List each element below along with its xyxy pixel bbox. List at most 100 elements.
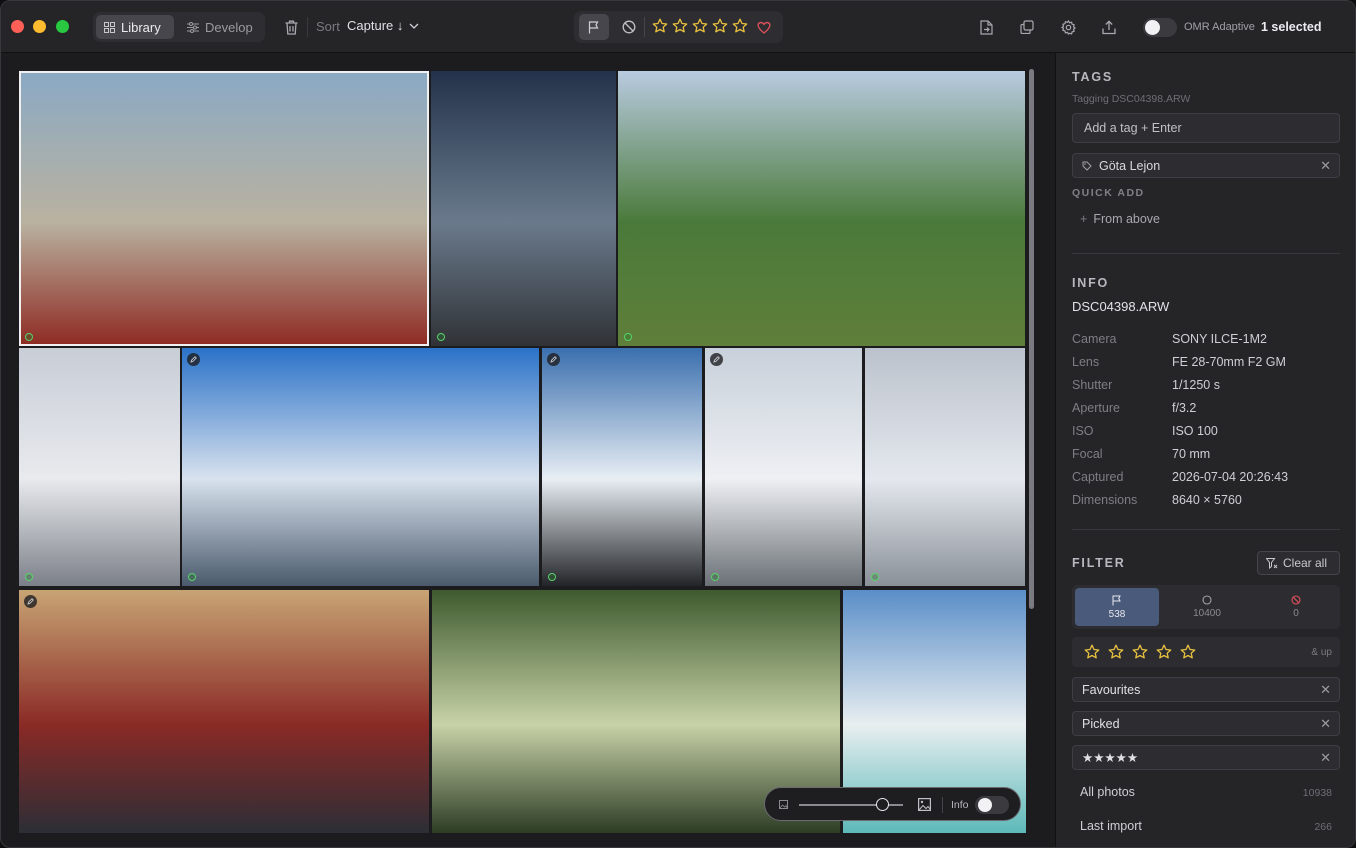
filter-picked[interactable]: 538 bbox=[1075, 588, 1159, 626]
pick-flag-button[interactable] bbox=[579, 14, 609, 40]
active-filter-chip[interactable]: Favourites ✕ bbox=[1072, 677, 1340, 702]
active-filter-label: ★★★★★ bbox=[1082, 751, 1139, 765]
share-button[interactable] bbox=[1099, 17, 1119, 37]
star-icon[interactable] bbox=[1108, 644, 1124, 660]
rating-filter: & up bbox=[1072, 637, 1340, 667]
quick-add-from-above[interactable]: + From above bbox=[1080, 212, 1160, 226]
active-filter-label: Favourites bbox=[1082, 682, 1141, 697]
filter-rejected[interactable]: 0 bbox=[1254, 588, 1338, 626]
rating-filter-stars[interactable] bbox=[1084, 644, 1196, 660]
edited-pencil-icon bbox=[24, 595, 37, 608]
zoom-slider-thumb[interactable] bbox=[876, 798, 890, 811]
star-icon[interactable] bbox=[1132, 644, 1148, 660]
smart-list-item[interactable]: All photos 10938 bbox=[1072, 779, 1340, 807]
photo-thumbnail-snowy-mountains[interactable] bbox=[182, 348, 539, 586]
sort-dropdown[interactable]: Capture ↓ bbox=[347, 18, 419, 33]
info-row-focal: Focal 70 mm bbox=[1072, 447, 1340, 467]
photo-thumbnail-ski-lift[interactable] bbox=[19, 348, 180, 586]
duplicate-button[interactable] bbox=[1017, 17, 1037, 37]
tag-input[interactable]: Add a tag + Enter bbox=[1072, 113, 1340, 143]
star-icon[interactable] bbox=[672, 18, 688, 34]
tags-heading: TAGS bbox=[1072, 70, 1113, 84]
info-row-camera: Camera SONY ILCE-1M2 bbox=[1072, 332, 1340, 352]
star-icon[interactable] bbox=[1180, 644, 1196, 660]
info-row-lens: Lens FE 28-70mm F2 GM bbox=[1072, 355, 1340, 375]
delete-button[interactable] bbox=[281, 17, 301, 37]
info-toggle[interactable] bbox=[975, 796, 1009, 814]
divider bbox=[942, 797, 943, 813]
grid-scrollbar[interactable] bbox=[1029, 69, 1034, 609]
photo-thumbnail-cable-car-station[interactable] bbox=[542, 348, 702, 586]
close-window-button[interactable] bbox=[11, 20, 24, 33]
remove-filter-button[interactable]: ✕ bbox=[1320, 716, 1331, 732]
remove-filter-button[interactable]: ✕ bbox=[1320, 682, 1331, 698]
info-key: Shutter bbox=[1072, 378, 1113, 392]
photo-thumbnail-cable-car-distant[interactable] bbox=[865, 348, 1025, 586]
image-large-icon bbox=[918, 798, 931, 811]
file-export-icon bbox=[979, 19, 993, 35]
tab-develop[interactable]: Develop bbox=[179, 15, 261, 39]
star-icon[interactable] bbox=[692, 18, 708, 34]
photo-thumbnail-space-shuttle[interactable] bbox=[431, 71, 616, 346]
star-icon[interactable] bbox=[732, 18, 748, 34]
info-row-captured: Captured 2026-07-04 20:26:43 bbox=[1072, 470, 1340, 490]
pick-indicator-icon bbox=[711, 573, 719, 581]
quick-add-label: From above bbox=[1093, 212, 1161, 226]
minimize-window-button[interactable] bbox=[33, 20, 46, 33]
active-filter-chip[interactable]: ★★★★★ ✕ bbox=[1072, 745, 1340, 770]
filter-unflagged[interactable]: 10400 bbox=[1165, 588, 1249, 626]
mode-switcher: Library Develop bbox=[93, 12, 265, 42]
smart-list-item[interactable]: Last import 266 bbox=[1072, 813, 1340, 841]
tab-develop-label: Develop bbox=[205, 19, 253, 35]
info-value: 1/1250 s bbox=[1172, 378, 1220, 392]
favourite-button[interactable] bbox=[755, 18, 773, 36]
info-value: 70 mm bbox=[1172, 447, 1211, 461]
smart-list-count: 10938 bbox=[1302, 787, 1332, 799]
info-filename: DSC04398.ARW bbox=[1072, 299, 1170, 314]
photo-thumbnail-vintage-skis[interactable] bbox=[19, 590, 429, 833]
star-icon[interactable] bbox=[1156, 644, 1172, 660]
settings-button[interactable] bbox=[1058, 17, 1078, 37]
photo-thumbnail-fire-truck[interactable] bbox=[19, 71, 429, 346]
export-file-button[interactable] bbox=[976, 17, 996, 37]
info-row-shutter: Shutter 1/1250 s bbox=[1072, 378, 1340, 398]
photo-thumbnail-baseball-field[interactable] bbox=[618, 71, 1025, 346]
toggle-knob bbox=[1145, 20, 1160, 35]
tab-library-label: Library bbox=[121, 19, 161, 35]
pick-indicator-icon bbox=[25, 573, 33, 581]
zoom-window-button[interactable] bbox=[56, 20, 69, 33]
app-window: Library Develop Sort Capture ↓ OMR Adapt… bbox=[0, 0, 1356, 848]
heart-icon bbox=[757, 21, 771, 34]
info-value: ISO 100 bbox=[1172, 424, 1218, 438]
circle-icon bbox=[1202, 595, 1212, 605]
reject-button[interactable] bbox=[620, 18, 638, 36]
info-key: Camera bbox=[1072, 332, 1117, 346]
divider bbox=[644, 17, 645, 37]
star-icon[interactable] bbox=[652, 18, 668, 34]
info-key: Focal bbox=[1072, 447, 1103, 461]
pick-indicator-icon bbox=[548, 573, 556, 581]
tab-library[interactable]: Library bbox=[96, 15, 174, 39]
star-icon[interactable] bbox=[1084, 644, 1100, 660]
remove-tag-button[interactable]: ✕ bbox=[1320, 158, 1331, 174]
plus-icon: + bbox=[1080, 212, 1088, 226]
omr-toggle[interactable] bbox=[1143, 18, 1177, 37]
active-filter-chip[interactable]: Picked ✕ bbox=[1072, 711, 1340, 736]
pick-indicator-icon bbox=[871, 573, 879, 581]
copy-icon bbox=[1020, 20, 1034, 34]
unflagged-count: 10400 bbox=[1193, 608, 1221, 619]
rating-toolbar bbox=[574, 11, 783, 43]
info-value: 8640 × 5760 bbox=[1172, 493, 1242, 507]
trash-icon bbox=[285, 20, 297, 35]
tag-input-placeholder: Add a tag + Enter bbox=[1084, 121, 1182, 135]
edited-pencil-icon bbox=[547, 353, 560, 366]
info-key: Aperture bbox=[1072, 401, 1120, 415]
remove-filter-button[interactable]: ✕ bbox=[1320, 750, 1331, 766]
star-icon[interactable] bbox=[712, 18, 728, 34]
info-value: 2026-07-04 20:26:43 bbox=[1172, 470, 1289, 484]
tag-chip[interactable]: Göta Lejon ✕ bbox=[1072, 153, 1340, 178]
star-rating[interactable] bbox=[652, 18, 748, 34]
smart-list-label: All photos bbox=[1080, 785, 1135, 799]
photo-thumbnail-gondola[interactable] bbox=[705, 348, 862, 586]
clear-all-button[interactable]: Clear all bbox=[1257, 551, 1340, 575]
